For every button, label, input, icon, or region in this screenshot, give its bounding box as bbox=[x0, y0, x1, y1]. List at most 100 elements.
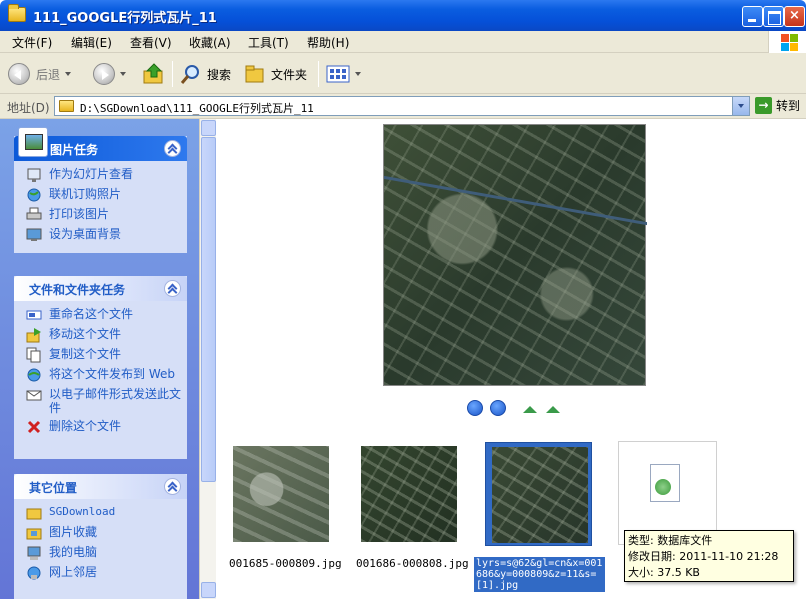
task-publish-web[interactable]: 将这个文件发布到 Web bbox=[26, 367, 187, 383]
folders-label: 文件夹 bbox=[271, 67, 308, 82]
picture-tasks-header[interactable]: 图片任务 bbox=[14, 127, 187, 161]
toolbar-divider bbox=[318, 61, 319, 87]
search-label: 搜索 bbox=[207, 67, 232, 82]
up-folder-icon bbox=[143, 63, 163, 84]
next-icon bbox=[490, 400, 506, 416]
menu-view[interactable]: 查看(V) bbox=[130, 34, 172, 51]
minimize-button[interactable] bbox=[742, 6, 763, 27]
task-print[interactable]: 打印该图片 bbox=[26, 207, 187, 223]
desktop-icon bbox=[26, 227, 42, 243]
close-button[interactable]: × bbox=[784, 6, 805, 27]
other-places-header[interactable]: 其它位置 bbox=[14, 474, 187, 499]
tooltip-size: 大小: 37.5 KB bbox=[628, 566, 700, 579]
task-order-prints[interactable]: 联机订购照片 bbox=[26, 187, 187, 203]
up-folder-button[interactable] bbox=[142, 60, 166, 88]
folders-button[interactable]: 文件夹 bbox=[244, 60, 307, 88]
pictures-folder-icon bbox=[26, 525, 42, 541]
computer-icon bbox=[26, 545, 42, 561]
network-icon bbox=[26, 565, 42, 581]
menu-help[interactable]: 帮助(H) bbox=[307, 34, 349, 51]
back-arrow-icon bbox=[8, 63, 30, 85]
thumbnail-image bbox=[233, 446, 329, 542]
slideshow-icon bbox=[26, 167, 42, 183]
thumbnail-item[interactable] bbox=[227, 442, 334, 546]
previous-image-button[interactable] bbox=[467, 400, 487, 416]
views-icon bbox=[326, 65, 350, 83]
collapse-chevron-icon[interactable] bbox=[164, 280, 181, 297]
thumbnail-label-selected[interactable]: lyrs=s@62&gl=cn&x=001686&y=000809&z=11&s… bbox=[474, 557, 605, 592]
collapse-chevron-icon[interactable] bbox=[164, 478, 181, 495]
scroll-thumb[interactable] bbox=[201, 137, 216, 482]
task-pane: 图片任务 作为幻灯片查看 联机订购照片 打印该图片 设为桌面背景 文件和文件夹任… bbox=[0, 119, 199, 599]
menu-file[interactable]: 文件(F) bbox=[12, 34, 52, 51]
menu-favorites[interactable]: 收藏(A) bbox=[189, 34, 231, 51]
address-bar: 地址(D) D:\SGDownload\111_GOOGLE行列式瓦片_11 →… bbox=[0, 94, 806, 119]
windows-logo-icon bbox=[768, 31, 806, 53]
email-icon bbox=[26, 387, 42, 403]
vertical-scrollbar[interactable] bbox=[199, 119, 216, 599]
move-icon bbox=[26, 327, 42, 343]
picture-tasks-panel: 图片任务 作为幻灯片查看 联机订购照片 打印该图片 设为桌面背景 bbox=[14, 127, 187, 253]
search-icon bbox=[180, 65, 199, 84]
task-rename[interactable]: 重命名这个文件 bbox=[26, 307, 187, 323]
scroll-down-button[interactable] bbox=[201, 582, 216, 598]
other-places-title: 其它位置 bbox=[29, 481, 78, 495]
previous-icon bbox=[467, 400, 483, 416]
go-button[interactable]: → 转到 bbox=[755, 97, 800, 114]
place-sgdownload[interactable]: SGDownload bbox=[26, 505, 187, 521]
picture-icon bbox=[18, 127, 48, 157]
address-label: 地址(D) bbox=[7, 101, 50, 115]
go-arrow-icon: → bbox=[755, 97, 772, 114]
next-image-button[interactable] bbox=[490, 400, 510, 416]
thumbnail-label[interactable]: 001685-000809.jpg bbox=[229, 557, 342, 570]
picture-tasks-title: 图片任务 bbox=[50, 143, 99, 157]
scroll-up-button[interactable] bbox=[201, 120, 216, 136]
task-move[interactable]: 移动这个文件 bbox=[26, 327, 187, 343]
thumbnail-item-selected[interactable] bbox=[485, 442, 592, 546]
search-button[interactable]: 搜索 bbox=[180, 60, 231, 88]
address-input[interactable]: D:\SGDownload\111_GOOGLE行列式瓦片_11 bbox=[54, 96, 750, 116]
place-my-computer[interactable]: 我的电脑 bbox=[26, 545, 187, 561]
address-path: D:\SGDownload\111_GOOGLE行列式瓦片_11 bbox=[80, 102, 314, 115]
menu-edit[interactable]: 编辑(E) bbox=[71, 34, 112, 51]
other-places-panel: 其它位置 SGDownload 图片收藏 我的电脑 网上邻居 bbox=[14, 474, 187, 599]
task-delete[interactable]: 删除这个文件 bbox=[26, 419, 187, 435]
menu-bar: 文件(F) 编辑(E) 查看(V) 收藏(A) 工具(T) 帮助(H) bbox=[0, 31, 806, 53]
go-label: 转到 bbox=[776, 99, 801, 113]
place-network[interactable]: 网上邻居 bbox=[26, 565, 187, 581]
task-copy[interactable]: 复制这个文件 bbox=[26, 347, 187, 363]
thumbnail-image bbox=[361, 446, 457, 542]
task-email[interactable]: 以电子邮件形式发送此文件 bbox=[26, 387, 187, 415]
printer-icon bbox=[26, 207, 42, 223]
menu-tools[interactable]: 工具(T) bbox=[248, 34, 289, 51]
file-info-tooltip: 类型: 数据库文件 修改日期: 2011-11-10 21:28 大小: 37.… bbox=[624, 530, 794, 582]
collapse-chevron-icon[interactable] bbox=[164, 140, 181, 157]
chevron-down-icon bbox=[65, 72, 72, 76]
place-my-pictures[interactable]: 图片收藏 bbox=[26, 525, 187, 541]
preview-road bbox=[384, 175, 647, 226]
task-slideshow[interactable]: 作为幻灯片查看 bbox=[26, 167, 187, 183]
rotate-clockwise-button[interactable] bbox=[521, 400, 539, 416]
window-title: 111_GOOGLE行列式瓦片_11 bbox=[33, 11, 217, 26]
toolbar: 后退 搜索 文件夹 bbox=[0, 53, 806, 94]
folders-icon bbox=[245, 65, 264, 83]
address-dropdown-button[interactable] bbox=[732, 97, 749, 115]
thumbnail-item[interactable] bbox=[355, 442, 462, 546]
globe-icon bbox=[26, 367, 42, 383]
delete-icon bbox=[26, 419, 42, 435]
title-bar: 111_GOOGLE行列式瓦片_11 × bbox=[0, 0, 806, 31]
thumbnail-label[interactable]: 001686-000808.jpg bbox=[356, 557, 469, 570]
toolbar-divider bbox=[172, 61, 173, 87]
file-tasks-header[interactable]: 文件和文件夹任务 bbox=[14, 276, 187, 301]
forward-button[interactable] bbox=[93, 60, 126, 88]
rotate-counterclockwise-button[interactable] bbox=[544, 400, 562, 416]
back-button[interactable]: 后退 bbox=[8, 60, 72, 88]
task-set-background[interactable]: 设为桌面背景 bbox=[26, 227, 187, 243]
back-label: 后退 bbox=[36, 67, 61, 82]
filmstrip-view: 001685-000809.jpg 001686-000808.jpg lyrs… bbox=[217, 119, 806, 599]
maximize-button[interactable] bbox=[763, 6, 784, 27]
database-file-icon bbox=[650, 464, 680, 502]
chevron-down-icon bbox=[355, 72, 361, 76]
views-button[interactable] bbox=[326, 60, 361, 88]
rename-icon bbox=[26, 307, 42, 323]
